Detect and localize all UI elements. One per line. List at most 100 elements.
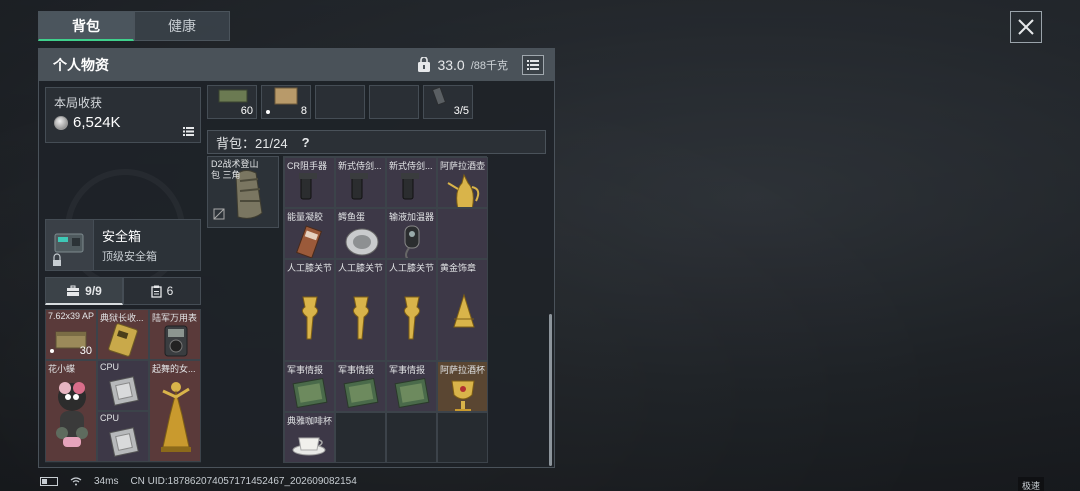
slot-quantity: 60 [240, 105, 253, 117]
tab-health[interactable]: 健康 [134, 11, 230, 41]
pouch-item-ammo[interactable]: 7.62x39 AP 30 [45, 309, 97, 360]
backpack-scrollbar[interactable] [549, 314, 552, 466]
item-name: 军事情报 [338, 365, 375, 375]
bag-item[interactable]: 人工膝关节 [335, 259, 386, 361]
egg-icon [345, 228, 379, 256]
backpack-slot[interactable]: D2战术登山包 三角 [207, 156, 279, 228]
pouch-item-dancing-statue[interactable]: 起舞的女... [149, 360, 201, 462]
backpack-count: 21/24 [255, 135, 288, 151]
gold-statue-icon [161, 382, 191, 452]
bag-item[interactable]: 阿萨拉酒壶 [437, 157, 488, 208]
slot-quantity: 8 [300, 105, 307, 117]
weight-value: 33.0 [437, 57, 465, 73]
list-icon [183, 127, 194, 136]
slot-magazine[interactable]: 3/5 [423, 85, 473, 119]
wifi-icon [70, 477, 82, 486]
item-name: 新式侍剑... [389, 161, 433, 171]
bag-empty-cell[interactable] [437, 208, 488, 259]
ping-value: 34ms [94, 476, 119, 487]
bag-item[interactable]: 军事情报 [284, 361, 335, 412]
item-quantity: 30 [79, 345, 92, 357]
top-tabs: 背包 健康 [38, 11, 230, 41]
left-column: 本局收获 6,524K 安全箱 顶级安全箱 9/9 6 7.62x39 AP 3… [45, 87, 201, 463]
container-tabs: 9/9 6 [45, 277, 201, 305]
pouch-item-cpu[interactable]: CPU [97, 360, 149, 411]
bag-item[interactable]: CR阻手器 [284, 157, 335, 208]
slot-box[interactable]: 8 [261, 85, 311, 119]
intel-icon [343, 377, 379, 409]
ewer-icon [447, 173, 480, 207]
pouch-item-doll[interactable]: 花小蝶 [45, 360, 97, 462]
pouch-item-warden-card[interactable]: 典狱长收... [97, 309, 149, 360]
bag-item[interactable]: 人工膝关节 [284, 259, 335, 361]
bag-item[interactable]: 军事情报 [335, 361, 386, 412]
safe-pouch-grid: 7.62x39 AP 30 典狱长收... 陆军万用表 花小蝶 CPU 起舞的女… [45, 309, 201, 463]
weight-indicator: 33.0/88千克 [417, 55, 544, 75]
speed-tag: 极速 [1018, 477, 1045, 491]
item-name: 黄金饰章 [440, 263, 477, 273]
item-name: 军事情报 [389, 365, 426, 375]
item-name: 7.62x39 AP [48, 311, 95, 321]
tab-safe-pouch[interactable]: 9/9 [45, 277, 123, 305]
sort-list-button[interactable] [522, 55, 544, 75]
bag-item[interactable]: 能量凝胶 [284, 208, 335, 259]
item-name: 军事情报 [287, 365, 324, 375]
item-name: 起舞的女... [152, 364, 196, 374]
item-name: 人工膝关节 [389, 263, 435, 273]
backpack-header: 背包：21/24 ? [207, 130, 546, 154]
gel-icon [296, 225, 322, 258]
pouch-item-multimeter[interactable]: 陆军万用表 [149, 309, 201, 360]
tab-item-list[interactable]: 6 [123, 277, 201, 305]
pouch-item-cpu[interactable]: CPU [97, 411, 149, 462]
item-name: 阿萨拉酒壶 [440, 161, 486, 171]
bag-item[interactable]: 鳄鱼蛋 [335, 208, 386, 259]
warmer-icon [404, 225, 420, 258]
item-name: 陆军万用表 [152, 313, 198, 323]
battery-icon [40, 477, 58, 486]
help-icon[interactable]: ? [302, 135, 310, 150]
bag-item[interactable]: 阿萨拉酒杯 [437, 361, 488, 412]
item-name: CPU [100, 413, 120, 423]
tab-backpack[interactable]: 背包 [38, 11, 134, 41]
personal-items-panel: 个人物资 33.0/88千克 本局收获 6,524K 安全箱 顶级安全箱 9/9… [38, 48, 555, 468]
bag-item[interactable]: 人工膝关节 [386, 259, 437, 361]
item-name: 阿萨拉酒杯 [440, 365, 486, 375]
bag-item[interactable]: 军事情报 [386, 361, 437, 412]
harvest-value-row: 6,524K [54, 114, 192, 131]
safe-box-icon [53, 233, 84, 266]
cpu-chip-icon [109, 427, 139, 457]
backpack-grid: CR阻手器 新式侍剑... 新式侍剑... 阿萨拉酒壶 能量凝胶 鳄鱼蛋 输液加温器 人工膝关… [283, 156, 488, 463]
item-name: 典狱长收... [100, 313, 144, 323]
backpack-capacity: 背包：21/24 [216, 133, 288, 152]
clipboard-icon [151, 285, 162, 298]
bag-item[interactable]: 典雅咖啡杯 [284, 412, 335, 463]
close-button[interactable] [1010, 11, 1042, 43]
knee-icon [301, 296, 319, 340]
safe-box-text: 安全箱 顶级安全箱 [94, 226, 157, 264]
bag-empty-cell[interactable] [437, 412, 488, 463]
user-uid: CN UID:1878620740571714524​67_2026090821… [130, 476, 357, 487]
bag-item[interactable]: 输液加温器 [386, 208, 437, 259]
multimeter-icon [164, 325, 188, 357]
bag-empty-cell[interactable] [335, 412, 386, 463]
slot-empty[interactable] [369, 85, 419, 119]
list-icon [527, 60, 539, 70]
gold-badge-icon [453, 293, 475, 328]
safe-box-image [46, 220, 94, 270]
backpack-name: D2战术登山包 三角 [211, 159, 259, 180]
item-name: 鳄鱼蛋 [338, 212, 366, 222]
intel-icon [394, 377, 430, 409]
bag-empty-cell[interactable] [386, 412, 437, 463]
item-name: 典雅咖啡杯 [287, 416, 333, 426]
slot-ammo-crate[interactable]: 60 [207, 85, 257, 119]
bag-item[interactable]: 新式侍剑... [335, 157, 386, 208]
tab-item-list-count: 6 [166, 284, 174, 298]
slot-quantity: 3/5 [453, 105, 469, 117]
knee-icon [352, 296, 370, 340]
slot-empty[interactable] [315, 85, 365, 119]
item-name: 花小蝶 [48, 364, 76, 374]
safe-box-card[interactable]: 安全箱 顶级安全箱 [45, 219, 201, 271]
harvest-card[interactable]: 本局收获 6,524K [45, 87, 201, 143]
bag-item[interactable]: 黄金饰章 [437, 259, 488, 361]
bag-item[interactable]: 新式侍剑... [386, 157, 437, 208]
